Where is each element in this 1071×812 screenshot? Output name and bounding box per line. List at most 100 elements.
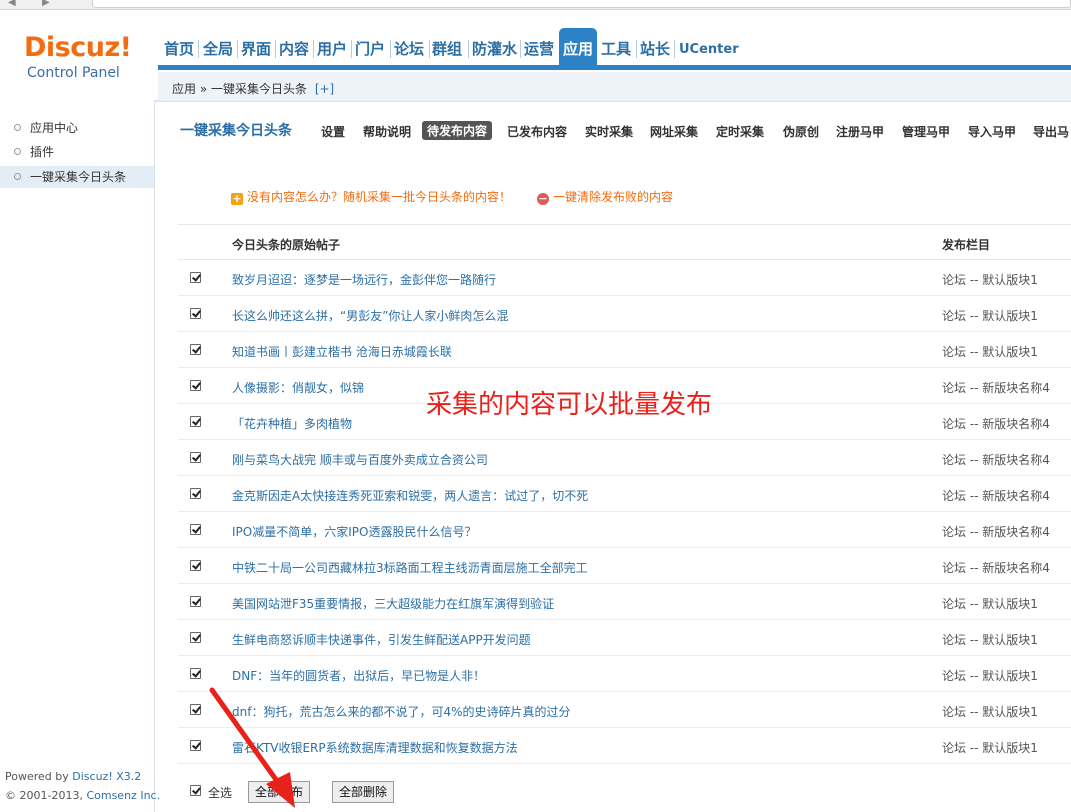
tab-import-vests[interactable]: 导入马甲 [968,123,1016,140]
nav-underline [158,65,1071,70]
minus-icon: − [537,192,549,205]
breadcrumb: 应用 » 一键采集今日头条 [+] [172,80,334,97]
table-row: 致岁月迢迢：逐梦是一场远行，金彭伴您一路随行 论坛 -- 默认版块1 [178,260,1071,296]
tab-manage-vests[interactable]: 管理马甲 [902,123,950,140]
table-row: 长这么帅还这么拼，“男彭友”你让人家小鲜肉怎么混 论坛 -- 默认版块1 [178,296,1071,332]
sidebar-item-app-center[interactable]: 应用中心 [0,117,154,139]
nav-tools[interactable]: 工具 [601,38,631,60]
breadcrumb-text[interactable]: 应用 » 一键采集今日头条 [172,82,307,96]
nav-interface[interactable]: 界面 [241,38,271,60]
tab-export-vests[interactable]: 导出马 [1033,123,1069,140]
post-title-link[interactable]: IPO减量不简单，六家IPO透露股民什么信号？ [232,523,476,540]
target-forum: 论坛 -- 默认版块1 [942,741,1038,755]
post-title-link[interactable]: 知道书画丨彭建立楷书 沧海日赤城霞长联 [232,343,452,360]
target-forum: 论坛 -- 默认版块1 [942,345,1038,359]
random-collect-label: 没有内容怎么办？随机采集一批今日头条的内容！ [247,190,512,204]
bulk-actions: 全选 全部发布 全部删除 [178,776,1071,812]
sidebar: 应用中心 插件 一键采集今日头条 [0,100,155,812]
target-forum: 论坛 -- 新版块名称4 [942,525,1050,539]
row-checkbox[interactable] [190,560,201,571]
nav-apps[interactable]: 应用 [559,28,597,66]
row-checkbox[interactable] [190,632,201,643]
tab-help[interactable]: 帮助说明 [363,123,411,140]
logo-text: Discuz! [24,32,132,63]
nav-global[interactable]: 全局 [203,38,233,60]
nav-divider [429,40,430,58]
table-row: 知道书画丨彭建立楷书 沧海日赤城霞长联 论坛 -- 默认版块1 [178,332,1071,368]
nav-divider [468,40,469,58]
target-forum: 论坛 -- 默认版块1 [942,669,1038,683]
sidebar-item-toutiao-collector[interactable]: 一键采集今日头条 [0,166,154,188]
post-title-link[interactable]: 长这么帅还这么拼，“男彭友”你让人家小鲜肉怎么混 [232,307,508,324]
bullet-icon [14,124,21,131]
target-forum: 论坛 -- 默认版块1 [942,597,1038,611]
company-link[interactable]: Comsenz Inc. [86,789,160,802]
sidebar-item-plugins[interactable]: 插件 [0,141,154,163]
table-row: 雷石KTV收银ERP系统数据库清理数据和恢复数据方法 论坛 -- 默认版块1 [178,728,1071,764]
post-title-link[interactable]: 刚与菜鸟大战完 顺丰或与百度外卖成立合资公司 [232,451,488,468]
delete-all-button[interactable]: 全部删除 [332,781,395,803]
powered-by-label: Powered by [5,770,73,783]
post-title-link[interactable]: 致岁月迢迢：逐梦是一场远行，金彭伴您一路随行 [232,271,496,288]
table-row: IPO减量不简单，六家IPO透露股民什么信号？ 论坛 -- 新版块名称4 [178,512,1071,548]
random-collect-link[interactable]: + 没有内容怎么办？随机采集一批今日头条的内容！ [231,188,511,205]
nav-antispam[interactable]: 防灌水 [472,38,517,60]
tab-settings[interactable]: 设置 [321,123,345,140]
post-title-link[interactable]: 美国网站泄F35重要情报，三大超级能力在红旗军演得到验证 [232,595,554,612]
row-checkbox[interactable] [190,344,201,355]
page: ◀ ▶ Discuz! Control Panel 首页 全局 界面 内容 用户… [0,0,1071,812]
add-shortcut-button[interactable]: [+] [315,82,334,96]
tab-pseudo-original[interactable]: 伪原创 [783,123,819,140]
row-checkbox[interactable] [190,272,201,283]
logo[interactable]: Discuz! Control Panel [0,10,158,100]
post-title-link[interactable]: 生鲜电商怒诉顺丰快递事件，引发生鲜配送APP开发问题 [232,631,531,648]
tab-pending[interactable]: 待发布内容 [422,121,493,140]
row-checkbox[interactable] [190,668,201,679]
powered-by: Powered by Discuz! X3.2 [5,770,141,783]
nav-divider [313,40,314,58]
tab-register-vests[interactable]: 注册马甲 [836,123,884,140]
row-checkbox[interactable] [190,380,201,391]
post-title-link[interactable]: 人像摄影：俏靓女，似锦 [232,379,364,396]
table-row: 生鲜电商怒诉顺丰快递事件，引发生鲜配送APP开发问题 论坛 -- 默认版块1 [178,620,1071,656]
address-bar[interactable] [92,0,1071,8]
nav-content[interactable]: 内容 [279,38,309,60]
nav-forum[interactable]: 论坛 [394,38,424,60]
table-row: 金克斯因走A太快接连秀死亚索和锐雯，两人遗言：试过了，切不死 论坛 -- 新版块名… [178,476,1071,512]
forward-arrow-icon[interactable]: ▶ [42,0,56,8]
copyright-label: © 2001-2013, [5,789,87,802]
nav-users[interactable]: 用户 [317,38,347,60]
target-forum: 论坛 -- 新版块名称4 [942,381,1050,395]
nav-home[interactable]: 首页 [164,38,194,60]
target-forum: 论坛 -- 新版块名称4 [942,417,1050,431]
row-checkbox[interactable] [190,308,201,319]
tab-scheduled-collect[interactable]: 定时采集 [716,123,764,140]
browser-toolbar: ◀ ▶ [0,0,1071,10]
clear-failed-link[interactable]: − 一键清除发布败的内容 [537,188,673,205]
target-forum: 论坛 -- 新版块名称4 [942,561,1050,575]
row-checkbox[interactable] [190,488,201,499]
row-checkbox[interactable] [190,416,201,427]
target-forum: 论坛 -- 新版块名称4 [942,489,1050,503]
back-arrow-icon[interactable]: ◀ [8,0,22,8]
tab-realtime-collect[interactable]: 实时采集 [585,123,633,140]
nav-groups[interactable]: 群组 [432,38,462,60]
nav-operations[interactable]: 运营 [524,38,554,60]
post-title-link[interactable]: 金克斯因走A太快接连秀死亚索和锐雯，两人遗言：试过了，切不死 [232,487,588,504]
nav-admin[interactable]: 站长 [640,38,670,60]
row-checkbox[interactable] [190,596,201,607]
post-title-link[interactable]: 「花卉种植」多肉植物 [232,415,352,432]
row-checkbox[interactable] [190,524,201,535]
nav-divider [351,40,352,58]
tab-url-collect[interactable]: 网址采集 [650,123,698,140]
post-title-link[interactable]: 中铁二十局一公司西藏林拉3标路面工程主线沥青面层施工全部完工 [232,559,588,576]
row-checkbox[interactable] [190,452,201,463]
table-row: 美国网站泄F35重要情报，三大超级能力在红旗军演得到验证 论坛 -- 默认版块1 [178,584,1071,620]
table-row: DNF：当年的圆货者，出狱后，早已物是人非！ 论坛 -- 默认版块1 [178,656,1071,692]
version-link[interactable]: Discuz! X3.2 [72,770,141,783]
nav-ucenter[interactable]: UCenter [679,39,739,61]
table-header: 今日头条的原始帖子 发布栏目 [178,224,1071,260]
tab-published[interactable]: 已发布内容 [507,123,567,140]
nav-portal[interactable]: 门户 [355,38,385,60]
nav-divider [275,40,276,58]
